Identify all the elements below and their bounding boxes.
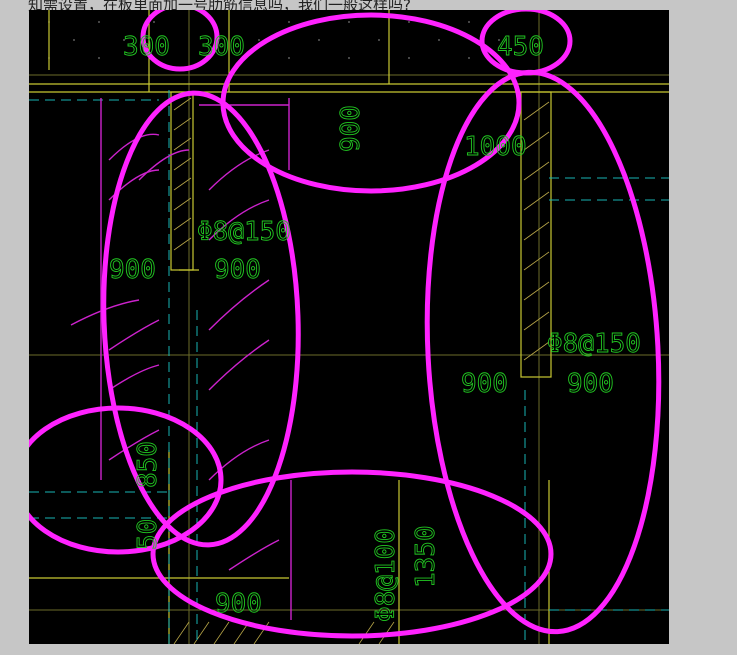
cad-drawing-viewport[interactable]: 300 300 450 900 1000 Φ8@150 900 900 Φ8@1… (29, 10, 669, 644)
dim-label-vertical-900: 900 (336, 105, 366, 152)
dim-label-50: 50 (133, 519, 163, 550)
cad-text-layer: 300 300 450 900 1000 Φ8@150 900 900 Φ8@1… (109, 32, 642, 623)
dim-label-900-e: 900 (215, 589, 262, 619)
dim-label-850: 850 (133, 441, 163, 488)
rebar-spec-left: Φ8@150 (197, 217, 291, 247)
rebar-spec-right: Φ8@150 (547, 329, 641, 359)
dim-label-1350: 1350 (411, 525, 441, 588)
dim-label-top-3: 450 (497, 32, 544, 62)
dim-label-top-2: 300 (198, 32, 245, 62)
dim-label-top-1: 300 (123, 32, 170, 62)
dim-label-900-c: 900 (461, 369, 508, 399)
dim-label-900-a: 900 (109, 255, 156, 285)
dim-label-1000: 1000 (464, 132, 527, 162)
dim-label-900-b: 900 (214, 255, 261, 285)
rebar-spec-bottom: Φ8@100 (371, 528, 401, 622)
dim-label-900-d: 900 (567, 369, 614, 399)
